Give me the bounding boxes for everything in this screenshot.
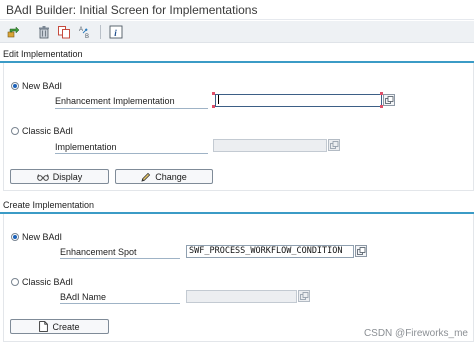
watermark-text: CSDN @Fireworks_me [363, 328, 468, 339]
radio-unselected-indicator[interactable] [11, 127, 19, 135]
glasses-icon [36, 173, 49, 181]
implementation-value-help[interactable] [328, 139, 340, 151]
create-classic-badi-radio[interactable]: Classic BAdI [11, 277, 73, 287]
edit-new-badi-label: New BAdI [22, 81, 63, 91]
text-cursor [218, 95, 219, 104]
enhancement-spot-value-help[interactable] [355, 245, 367, 257]
label-underline [55, 108, 208, 109]
create-new-badi-radio[interactable]: New BAdI [11, 232, 62, 242]
display-button-label: Display [52, 171, 83, 182]
create-group-header: Create Implementation [0, 198, 474, 212]
label-underline [60, 303, 180, 304]
enhancement-implementation-input[interactable] [215, 94, 382, 107]
svg-text:B: B [85, 34, 89, 39]
value-help-icon [384, 95, 393, 104]
create-new-badi-label: New BAdI [22, 232, 63, 242]
application-toolbar: A B i [0, 21, 474, 43]
create-classic-badi-label: Classic BAdI [22, 277, 74, 287]
edit-new-badi-radio[interactable]: New BAdI [11, 81, 62, 91]
info-icon[interactable]: i [108, 24, 124, 40]
svg-text:A: A [79, 27, 83, 33]
new-document-icon [39, 321, 49, 332]
label-underline [60, 258, 180, 259]
change-button-label: Change [155, 171, 187, 182]
other-object-icon[interactable] [6, 24, 22, 40]
title-bar: BAdI Builder: Initial Screen for Impleme… [0, 0, 474, 20]
enhancement-implementation-label: Enhancement Implementation [55, 96, 175, 106]
delete-trash-icon[interactable] [36, 24, 52, 40]
badi-name-label: BAdI Name [60, 292, 107, 302]
radio-selected-indicator[interactable] [11, 233, 19, 241]
edit-classic-badi-label: Classic BAdI [22, 126, 74, 136]
rename-icon[interactable]: A B [77, 24, 93, 40]
label-underline [55, 153, 208, 154]
focus-marker-bottom-left [212, 105, 215, 108]
implementation-input[interactable] [213, 139, 327, 152]
enhancement-spot-label: Enhancement Spot [60, 247, 137, 257]
edit-group-header: Edit Implementation [0, 47, 474, 61]
toolbar-separator [100, 25, 101, 39]
display-button[interactable]: Display [10, 169, 109, 184]
pencil-icon [141, 172, 151, 182]
enhancement-spot-input[interactable]: SWF_PROCESS_WORKFLOW_CONDITION [186, 245, 354, 258]
copy-icon[interactable] [56, 24, 72, 40]
badi-name-input[interactable] [186, 290, 297, 303]
value-help-icon [356, 246, 365, 255]
radio-selected-indicator[interactable] [11, 82, 19, 90]
edit-group-title: Edit Implementation [3, 49, 83, 59]
value-help-icon [299, 291, 308, 300]
edit-classic-badi-radio[interactable]: Classic BAdI [11, 126, 73, 136]
focus-marker-top-left [212, 92, 215, 95]
value-help-icon [329, 140, 338, 149]
radio-unselected-indicator[interactable] [11, 278, 19, 286]
create-group-title: Create Implementation [3, 200, 95, 210]
badi-name-value-help[interactable] [298, 290, 310, 302]
enhancement-implementation-value-help[interactable] [383, 94, 395, 106]
create-button-label: Create [52, 321, 80, 332]
enhancement-spot-value: SWF_PROCESS_WORKFLOW_CONDITION [189, 246, 343, 256]
change-button[interactable]: Change [115, 169, 213, 184]
create-button[interactable]: Create [10, 319, 109, 334]
implementation-label: Implementation [55, 142, 117, 152]
window-title: BAdI Builder: Initial Screen for Impleme… [6, 3, 258, 17]
